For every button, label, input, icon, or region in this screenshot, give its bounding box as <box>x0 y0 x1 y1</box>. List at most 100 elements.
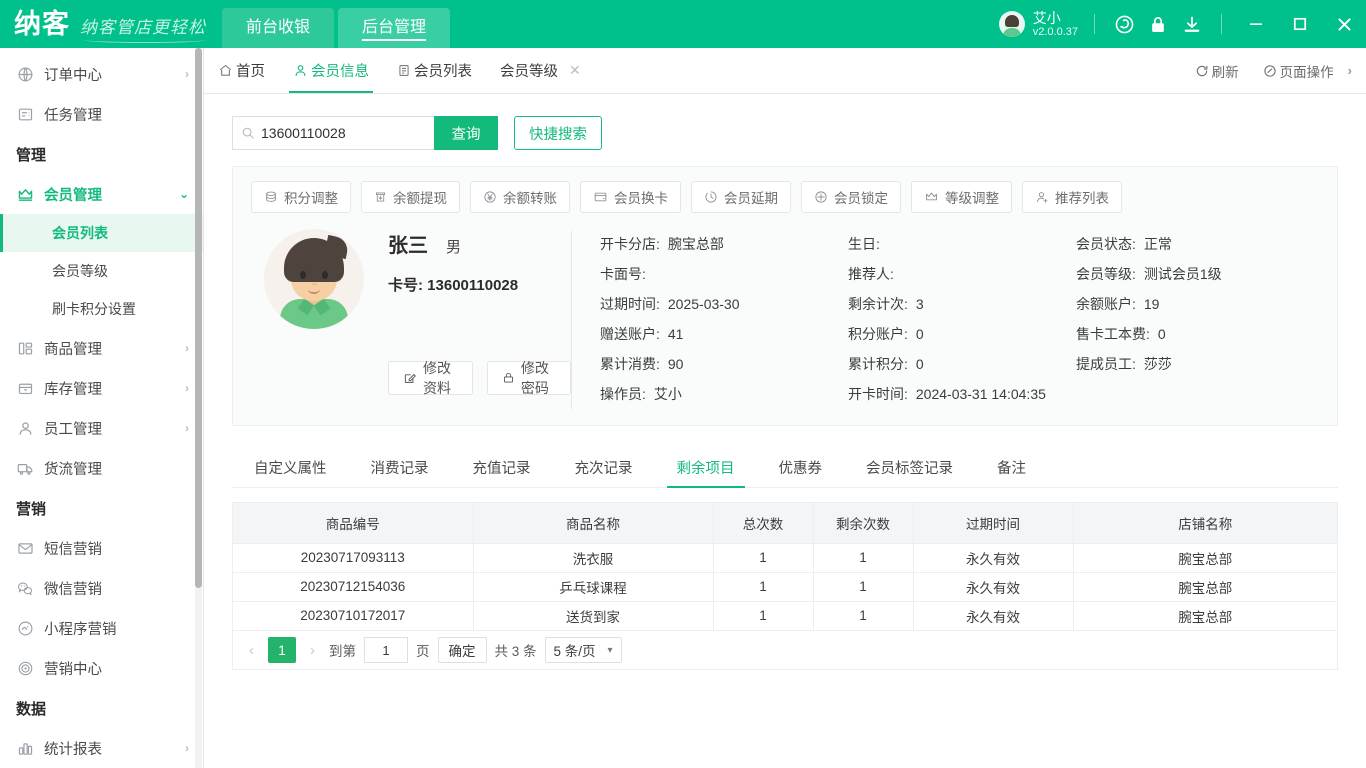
info-value: 0 <box>916 356 924 372</box>
content: 首页 会员信息 会员列表 会员等级 ✕ <box>204 48 1366 768</box>
subtab-recharge-records[interactable]: 充值记录 <box>451 448 553 487</box>
sidebar-label: 统计报表 <box>44 738 185 759</box>
points-adjust-button[interactable]: 积分调整 <box>251 181 351 213</box>
lock-icon[interactable] <box>1141 9 1175 39</box>
balance-transfer-button[interactable]: 余额转账 <box>470 181 570 213</box>
referral-list-button[interactable]: 推荐列表 <box>1022 181 1122 213</box>
maximize-button[interactable] <box>1278 0 1322 48</box>
sidebar-item-order-center[interactable]: 订单中心 › <box>0 54 203 94</box>
prev-page-button[interactable]: ‹ <box>243 642 260 659</box>
cell-product-name: 洗衣服 <box>473 543 713 572</box>
info-value: 艾小 <box>654 384 682 404</box>
tab-label: 会员等级 <box>500 60 558 81</box>
subtab-consumption-records[interactable]: 消费记录 <box>349 448 451 487</box>
minimize-button[interactable] <box>1234 0 1278 48</box>
quick-search-button[interactable]: 快捷搜索 <box>514 116 602 150</box>
table-row[interactable]: 20230712154036 乒乓球课程 1 1 永久有效 腕宝总部 <box>233 572 1337 601</box>
close-icon[interactable]: ✕ <box>569 62 581 79</box>
search-input[interactable] <box>261 125 426 141</box>
info-value: 3 <box>916 296 924 312</box>
topnav-item-cashier[interactable]: 前台收银 <box>222 8 334 48</box>
sidebar-item-inventory-mgmt[interactable]: 库存管理 › <box>0 368 203 408</box>
subtab-custom-attrs[interactable]: 自定义属性 <box>232 448 349 487</box>
chevron-right-icon[interactable]: › <box>1348 63 1358 78</box>
member-change-card-button[interactable]: 会员换卡 <box>580 181 681 213</box>
sidebar-item-logistics-mgmt[interactable]: 货流管理 <box>0 448 203 488</box>
miniapp-icon <box>14 618 36 638</box>
sidebar-item-task-mgmt[interactable]: 任务管理 <box>0 94 203 134</box>
edit-password-button[interactable]: 修改密码 <box>487 361 571 395</box>
level-adjust-button[interactable]: 等级调整 <box>911 181 1012 213</box>
sidebar-label: 商品管理 <box>44 338 185 359</box>
sidebar-item-member-list[interactable]: 会员列表 <box>0 214 203 252</box>
refresh-button[interactable]: 刷新 <box>1185 48 1249 93</box>
download-icon[interactable] <box>1175 9 1209 39</box>
user-add-icon <box>1035 190 1049 204</box>
table-row[interactable]: 20230710172017 送货到家 1 1 永久有效 腕宝总部 <box>233 601 1337 630</box>
body: 订单中心 › 任务管理 管理 <box>0 48 1366 768</box>
sidebar-item-wechat-marketing[interactable]: 微信营销 <box>0 568 203 608</box>
sidebar-group-marketing: 营销 <box>0 488 203 528</box>
sidebar-label: 员工管理 <box>44 418 185 439</box>
subtab-coupons[interactable]: 优惠券 <box>757 448 845 487</box>
table-row[interactable]: 20230717093113 洗衣服 1 1 永久有效 腕宝总部 <box>233 543 1337 572</box>
sidebar-item-miniapp-marketing[interactable]: 小程序营销 <box>0 608 203 648</box>
chevron-right-icon: › <box>185 421 189 435</box>
sidebar-scrollbar[interactable] <box>195 48 202 768</box>
info-value: 41 <box>668 326 684 342</box>
tab-member-level[interactable]: 会员等级 ✕ <box>486 48 595 93</box>
confirm-page-button[interactable]: 确定 <box>438 637 487 663</box>
tab-member-info[interactable]: 会员信息 <box>279 48 383 93</box>
sidebar-item-card-points-setting[interactable]: 刷卡积分设置 <box>0 290 203 328</box>
query-button[interactable]: 查询 <box>434 116 498 150</box>
next-page-button[interactable]: › <box>304 642 321 659</box>
col-product-name: 商品名称 <box>473 503 713 543</box>
user-box[interactable]: 艾小 v2.0.0.37 <box>999 10 1082 39</box>
chevron-right-icon: › <box>185 381 189 395</box>
subtab-remarks[interactable]: 备注 <box>975 448 1048 487</box>
info-label: 推荐人: <box>848 264 894 284</box>
sidebar-item-sms-marketing[interactable]: 短信营销 <box>0 528 203 568</box>
close-button[interactable] <box>1322 0 1366 48</box>
member-info-page: 查询 快捷搜索 <box>204 94 1366 768</box>
edit-profile-button[interactable]: 修改资料 <box>388 361 473 395</box>
sidebar-item-goods-mgmt[interactable]: 商品管理 › <box>0 328 203 368</box>
subtab-count-recharge-records[interactable]: 充次记录 <box>553 448 655 487</box>
headset-icon[interactable] <box>1107 9 1141 39</box>
page-number-1[interactable]: 1 <box>268 637 296 663</box>
page-size-select[interactable]: 5 条/页 ▾ <box>545 637 622 663</box>
sidebar-item-staff-mgmt[interactable]: 员工管理 › <box>0 408 203 448</box>
member-extend-button[interactable]: 会员延期 <box>691 181 791 213</box>
tab-home[interactable]: 首页 <box>204 48 279 93</box>
app-version: v2.0.0.37 <box>1033 26 1078 39</box>
member-action-row: 积分调整 余额提现 <box>233 181 1337 213</box>
topnav-item-admin[interactable]: 后台管理 <box>338 8 450 48</box>
remaining-items-table: 商品编号 商品名称 总次数 剩余次数 过期时间 店铺名称 <box>233 503 1337 630</box>
sidebar-item-member-level[interactable]: 会员等级 <box>0 252 203 290</box>
goto-page-input[interactable] <box>364 637 408 663</box>
member-info-col-2: 生日: 推荐人: 剩余计次:3 积分账户:0 累计积分:0 开卡时间:2024-… <box>848 229 1076 409</box>
bar-chart-icon <box>14 738 36 758</box>
tab-bar: 首页 会员信息 会员列表 会员等级 ✕ <box>204 48 1366 94</box>
page-operations-button[interactable]: 页面操作 <box>1253 48 1344 93</box>
card-icon <box>593 190 608 204</box>
search-input-wrap[interactable] <box>232 116 434 150</box>
sidebar-scrollbar-thumb[interactable] <box>195 48 202 588</box>
tab-member-list[interactable]: 会员列表 <box>383 48 486 93</box>
subtab-remaining-items[interactable]: 剩余项目 <box>655 448 757 487</box>
sidebar-item-member-mgmt[interactable]: 会员管理 ⌄ <box>0 174 203 214</box>
action-label: 会员锁定 <box>834 187 888 207</box>
chevron-down-icon: ⌄ <box>179 187 189 201</box>
titlebar-divider-1 <box>1094 14 1095 34</box>
member-info-columns: 开卡分店:腕宝总部 卡面号: 过期时间:2025-03-30 赠送账户:41 累… <box>572 229 1319 409</box>
balance-withdraw-button[interactable]: 余额提现 <box>361 181 460 213</box>
subtab-member-tag-records[interactable]: 会员标签记录 <box>844 448 975 487</box>
sidebar-item-statistics-report[interactable]: 统计报表 › <box>0 728 203 768</box>
sidebar-item-marketing-center[interactable]: 营销中心 <box>0 648 203 688</box>
member-lock-button[interactable]: 会员锁定 <box>801 181 901 213</box>
action-label: 积分调整 <box>284 187 338 207</box>
cell-store-name: 腕宝总部 <box>1073 543 1337 572</box>
info-label: 过期时间: <box>600 294 660 314</box>
info-value: 测试会员1级 <box>1144 264 1222 284</box>
chevron-right-icon: › <box>185 341 189 355</box>
